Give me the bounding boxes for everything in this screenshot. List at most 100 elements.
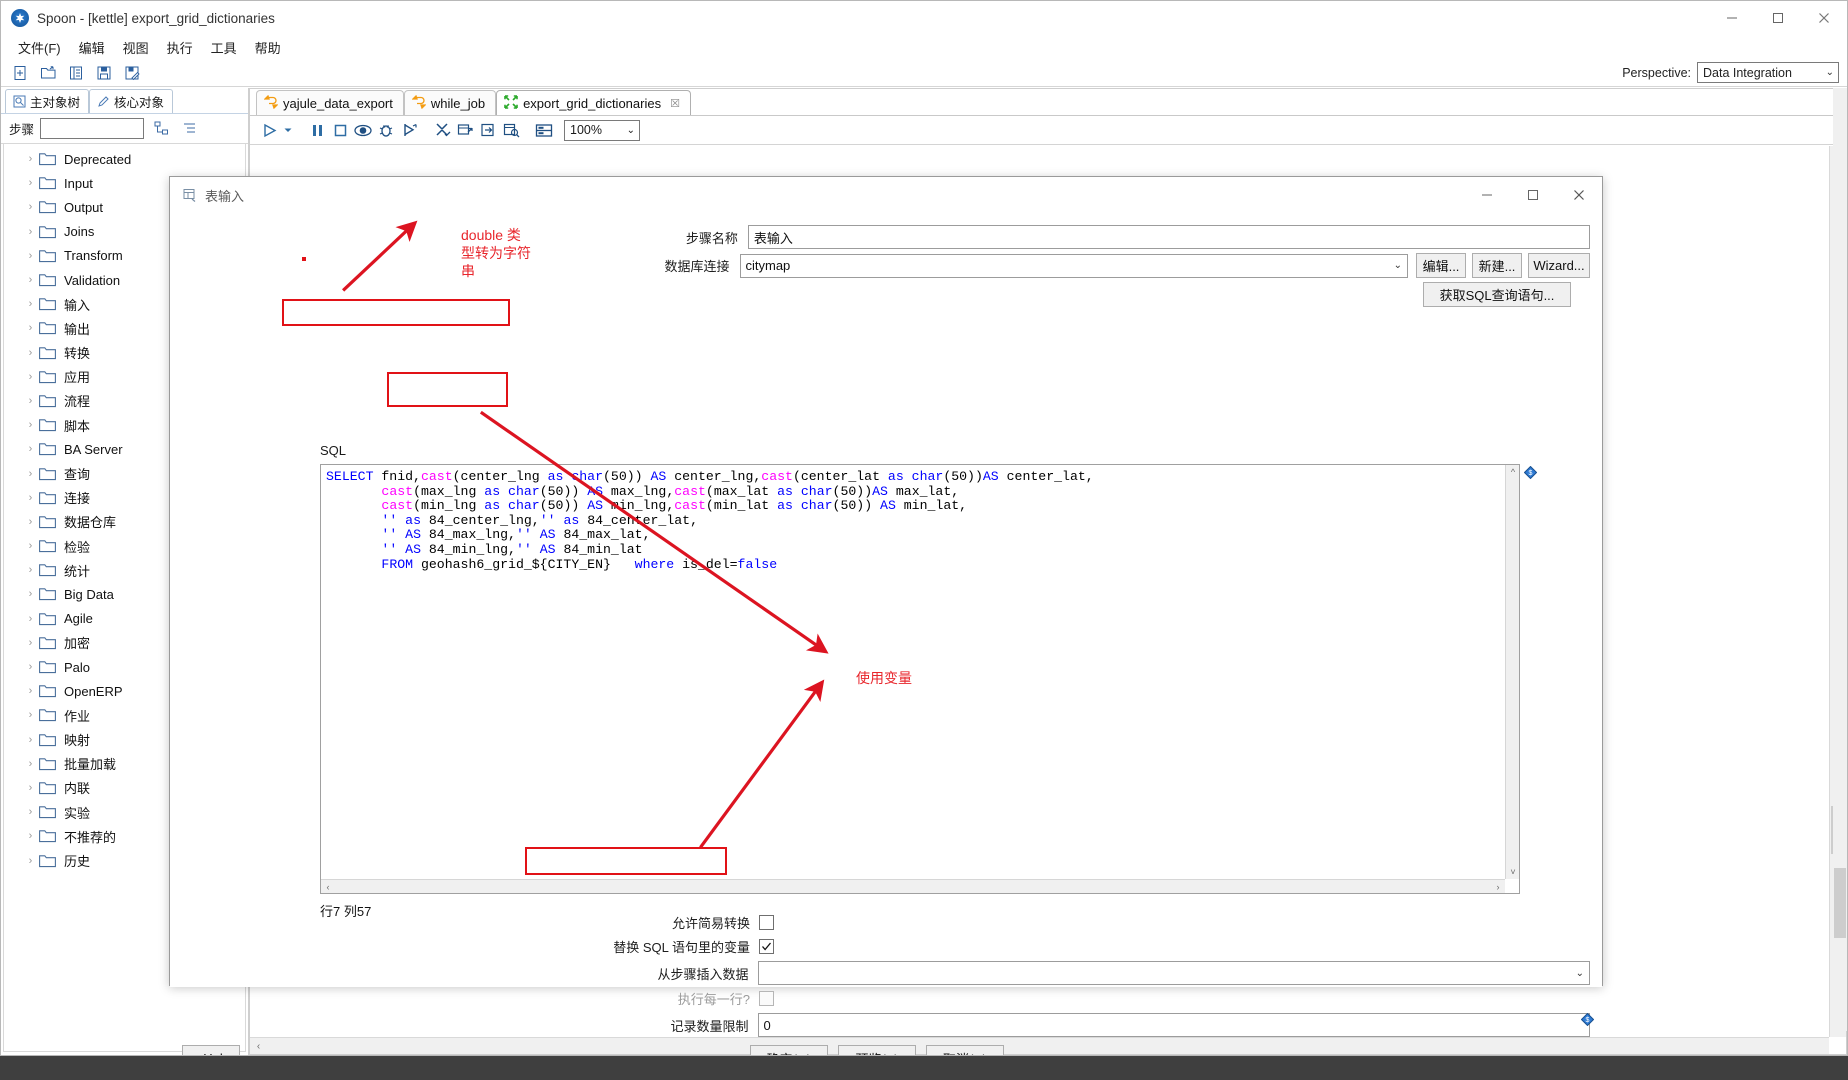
editor-tabs: yajule_data_export while_job export_grid… xyxy=(250,89,1846,116)
maximize-icon[interactable] xyxy=(1755,1,1801,35)
stop-icon[interactable] xyxy=(329,119,351,141)
menu-tools[interactable]: 工具 xyxy=(202,36,246,59)
lazy-conversion-checkbox[interactable] xyxy=(759,915,774,930)
menu-run[interactable]: 执行 xyxy=(158,36,202,59)
editor-tab-export-grid-dictionaries[interactable]: export_grid_dictionaries ☒ xyxy=(496,90,691,115)
perspective-select[interactable]: Data Integration ⌄ xyxy=(1697,62,1839,83)
run-dropdown-icon[interactable] xyxy=(281,119,295,141)
tab-core-objects[interactable]: 核心对象 xyxy=(89,89,174,113)
save-as-icon[interactable] xyxy=(119,62,145,84)
canvas-horizontal-scrollbar[interactable]: ‹ xyxy=(250,1037,1829,1054)
wizard-button[interactable]: Wizard... xyxy=(1528,253,1590,278)
get-sql-statement-button[interactable]: 获取SQL查询语句... xyxy=(1423,282,1571,307)
chevron-right-icon[interactable]: › xyxy=(22,564,39,576)
grid-icon[interactable] xyxy=(533,119,555,141)
replay-icon[interactable] xyxy=(398,119,420,141)
insert-data-from-step-select[interactable]: ⌄ xyxy=(757,961,1590,985)
get-sql-icon[interactable] xyxy=(500,119,522,141)
replace-variables-checkbox[interactable] xyxy=(759,939,774,954)
dialog-maximize-icon[interactable] xyxy=(1510,177,1556,213)
explorer-icon[interactable] xyxy=(63,62,89,84)
editor-tab-yajule-data-export[interactable]: yajule_data_export xyxy=(256,90,404,115)
chevron-right-icon[interactable]: › xyxy=(22,830,39,842)
verify-icon[interactable] xyxy=(431,119,453,141)
show-impact-icon[interactable] xyxy=(477,119,499,141)
pause-icon[interactable] xyxy=(306,119,328,141)
chevron-right-icon[interactable]: › xyxy=(22,274,39,286)
chevron-right-icon[interactable]: › xyxy=(22,661,39,673)
cancel-button[interactable]: 取消(C) xyxy=(926,1045,1004,1055)
chevron-right-icon[interactable]: › xyxy=(22,322,39,334)
debug-icon[interactable] xyxy=(375,119,397,141)
chevron-right-icon[interactable]: › xyxy=(22,758,39,770)
chevron-right-icon[interactable]: › xyxy=(22,588,39,600)
chevron-down-icon: ⌄ xyxy=(1825,67,1834,78)
chevron-right-icon[interactable]: › xyxy=(22,371,39,383)
preview-button[interactable]: 预览(P) xyxy=(838,1045,916,1055)
scroll-down-icon[interactable]: ˅ xyxy=(1506,865,1519,879)
tab-main-object-tree[interactable]: 主对象树 xyxy=(5,89,90,113)
chevron-right-icon[interactable]: › xyxy=(22,613,39,625)
window-vscroll-thumb[interactable] xyxy=(1834,868,1846,938)
chevron-right-icon[interactable]: › xyxy=(22,855,39,867)
chevron-right-icon[interactable]: › xyxy=(22,516,39,528)
menu-view[interactable]: 视图 xyxy=(114,36,158,59)
menu-file[interactable]: 文件(F) xyxy=(9,36,70,59)
sql-horizontal-scrollbar[interactable]: ‹ › xyxy=(321,879,1505,893)
database-connection-select[interactable]: citymap ⌄ xyxy=(739,253,1408,278)
menu-help[interactable]: 帮助 xyxy=(246,36,290,59)
folder-icon xyxy=(39,636,56,650)
chevron-right-icon[interactable]: › xyxy=(22,419,39,431)
tree-item[interactable]: › Deprecated xyxy=(4,147,245,171)
chevron-right-icon[interactable]: › xyxy=(22,177,39,189)
dialog-close-icon[interactable] xyxy=(1556,177,1602,213)
window-vertical-scrollbar[interactable] xyxy=(1833,88,1847,1031)
minimize-icon[interactable] xyxy=(1709,1,1755,35)
step-search-input[interactable] xyxy=(40,118,145,139)
chevron-right-icon[interactable]: › xyxy=(22,637,39,649)
run-icon[interactable] xyxy=(258,119,280,141)
chevron-right-icon[interactable]: › xyxy=(22,201,39,213)
analyse-icon[interactable] xyxy=(454,119,476,141)
new-connection-button[interactable]: 新建... xyxy=(1472,253,1522,278)
step-name-input[interactable]: 表输入 xyxy=(747,225,1590,249)
scroll-right-icon[interactable]: › xyxy=(1491,880,1505,894)
main-toolbar: Perspective: Data Integration ⌄ xyxy=(1,59,1847,87)
chevron-right-icon[interactable]: › xyxy=(22,782,39,794)
tab-close-icon[interactable]: ☒ xyxy=(670,97,680,110)
scroll-left-icon[interactable]: ‹ xyxy=(321,880,335,894)
close-icon[interactable] xyxy=(1801,1,1847,35)
sql-editor[interactable]: SELECT fnid,cast(center_lng as char(50))… xyxy=(320,464,1520,894)
zoom-level-select[interactable]: 100% ⌄ xyxy=(564,119,640,141)
chevron-right-icon[interactable]: › xyxy=(22,685,39,697)
edit-connection-button[interactable]: 编辑... xyxy=(1416,253,1466,278)
chevron-right-icon[interactable]: › xyxy=(22,226,39,238)
chevron-right-icon[interactable]: › xyxy=(22,540,39,552)
chevron-right-icon[interactable]: › xyxy=(22,347,39,359)
chevron-right-icon[interactable]: › xyxy=(22,153,39,165)
preview-icon[interactable] xyxy=(352,119,374,141)
collapse-all-icon[interactable] xyxy=(178,118,200,139)
chevron-right-icon[interactable]: › xyxy=(22,709,39,721)
chevron-right-icon[interactable]: › xyxy=(22,806,39,818)
new-file-icon[interactable] xyxy=(7,62,33,84)
open-folder-icon[interactable] xyxy=(35,62,61,84)
chevron-right-icon[interactable]: › xyxy=(22,734,39,746)
chevron-right-icon[interactable]: › xyxy=(22,468,39,480)
help-button[interactable]: ? Help xyxy=(182,1045,240,1055)
ok-button[interactable]: 确定(O) xyxy=(750,1045,828,1055)
chevron-right-icon[interactable]: › xyxy=(22,298,39,310)
chevron-right-icon[interactable]: › xyxy=(22,250,39,262)
expand-all-icon[interactable] xyxy=(150,118,172,139)
save-icon[interactable] xyxy=(91,62,117,84)
chevron-right-icon[interactable]: › xyxy=(22,443,39,455)
sql-vertical-scrollbar[interactable]: ^ ˅ xyxy=(1505,465,1519,879)
editor-tab-while-job[interactable]: while_job xyxy=(403,90,497,115)
scroll-up-icon[interactable]: ^ xyxy=(1506,465,1519,479)
chevron-right-icon[interactable]: › xyxy=(22,395,39,407)
dialog-minimize-icon[interactable] xyxy=(1464,177,1510,213)
limit-rows-input[interactable]: 0 xyxy=(757,1013,1590,1037)
scroll-left-icon[interactable]: ‹ xyxy=(250,1038,267,1055)
chevron-right-icon[interactable]: › xyxy=(22,492,39,504)
menu-edit[interactable]: 编辑 xyxy=(70,36,114,59)
